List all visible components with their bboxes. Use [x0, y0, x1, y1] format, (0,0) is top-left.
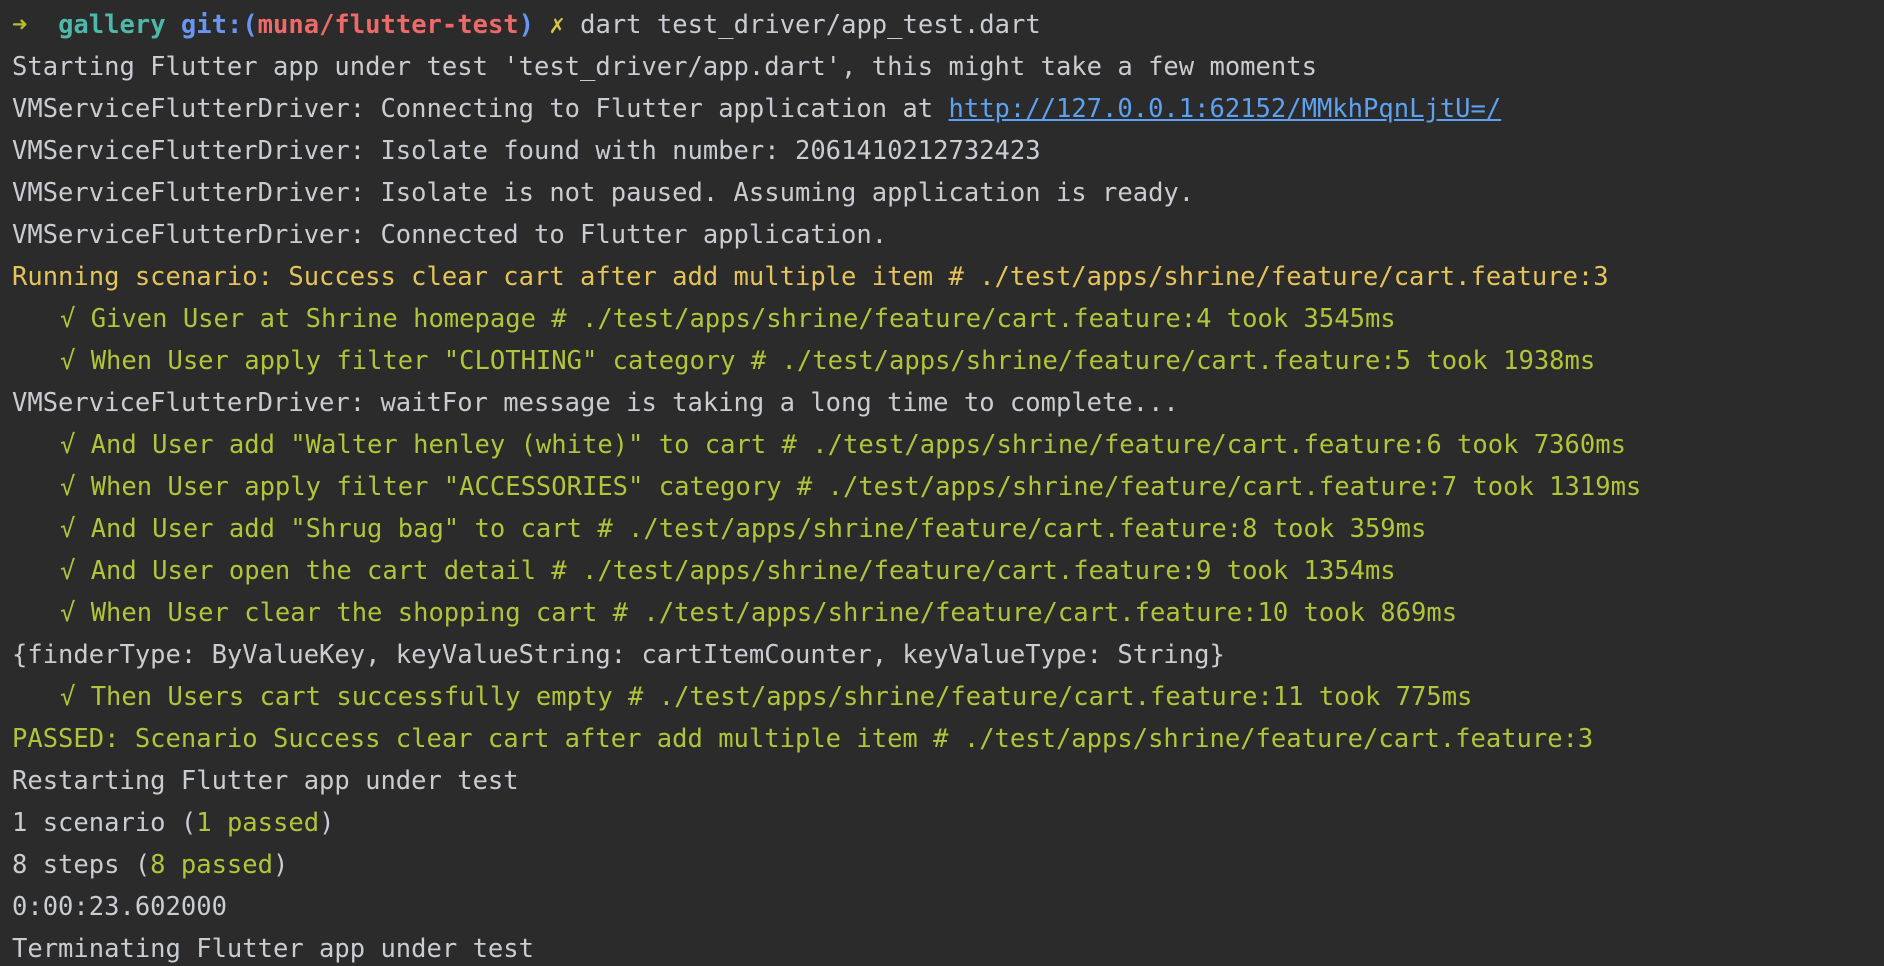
prompt-arrow-icon: ➜ [12, 10, 28, 40]
connecting-text: VMServiceFlutterDriver: Connecting to Fl… [12, 94, 949, 124]
running-scenario-line: Running scenario: Success clear cart aft… [12, 262, 1609, 292]
scenario-summary-passed: 1 passed [196, 808, 320, 838]
log-line-isolate-not-paused: VMServiceFlutterDriver: Isolate is not p… [12, 178, 1195, 208]
log-line-connected: VMServiceFlutterDriver: Connected to Flu… [12, 220, 888, 250]
steps-summary-prefix: 8 steps ( [12, 850, 151, 880]
log-line-connecting: VMServiceFlutterDriver: Connecting to Fl… [0, 88, 1884, 130]
dirty-mark-icon: ✗ [549, 10, 565, 40]
terminal-output: ➜ gallery git:(muna/flutter-test) ✗ dart… [0, 0, 1884, 966]
command-prompt-line: ➜ gallery git:(muna/flutter-test) ✗ dart… [0, 4, 1884, 46]
log-line-restarting: Restarting Flutter app under test [12, 766, 519, 796]
step-line-add-walter-henley: √ And User add "Walter henley (white)" t… [60, 430, 1626, 460]
step-line-filter-accessories: √ When User apply filter "ACCESSORIES" c… [60, 472, 1642, 502]
step-line-clear-cart: √ When User clear the shopping cart # ./… [60, 598, 1458, 628]
scenario-summary-suffix: ) [319, 808, 335, 838]
scenario-summary-line: 1 scenario (1 passed) [0, 802, 1884, 844]
step-line-open-cart-detail: √ And User open the cart detail # ./test… [60, 556, 1396, 586]
step-line-given-homepage: √ Given User at Shrine homepage # ./test… [60, 304, 1396, 334]
prompt-git-label: git:( [180, 10, 258, 40]
log-line-terminating: Terminating Flutter app under test [12, 934, 534, 964]
prompt-command: dart test_driver/app_test.dart [580, 10, 1041, 40]
duration-line: 0:00:23.602000 [12, 892, 227, 922]
prompt-git-close: ) [518, 10, 535, 40]
vm-service-url-link[interactable]: http://127.0.0.1:62152/MMkhPqnLjtU=/ [949, 94, 1502, 124]
log-line-starting: Starting Flutter app under test 'test_dr… [12, 52, 1317, 82]
steps-summary-passed: 8 passed [150, 850, 273, 880]
step-line-filter-clothing: √ When User apply filter "CLOTHING" cate… [60, 346, 1596, 376]
scenario-summary-prefix: 1 scenario ( [12, 808, 197, 838]
steps-summary-line: 8 steps (8 passed) [0, 844, 1884, 886]
passed-scenario-line: PASSED: Scenario Success clear cart afte… [12, 724, 1594, 754]
log-line-isolate-found: VMServiceFlutterDriver: Isolate found wi… [12, 136, 1041, 166]
step-line-add-shrug-bag: √ And User add "Shrug bag" to cart # ./t… [60, 514, 1427, 544]
log-line-wait-for: VMServiceFlutterDriver: waitFor message … [12, 388, 1179, 418]
steps-summary-suffix: ) [273, 850, 289, 880]
step-line-cart-empty: √ Then Users cart successfully empty # .… [60, 682, 1473, 712]
log-line-finder: {finderType: ByValueKey, keyValueString:… [12, 640, 1225, 670]
prompt-branch: muna/flutter-test [257, 10, 519, 40]
prompt-directory: gallery [58, 10, 166, 40]
